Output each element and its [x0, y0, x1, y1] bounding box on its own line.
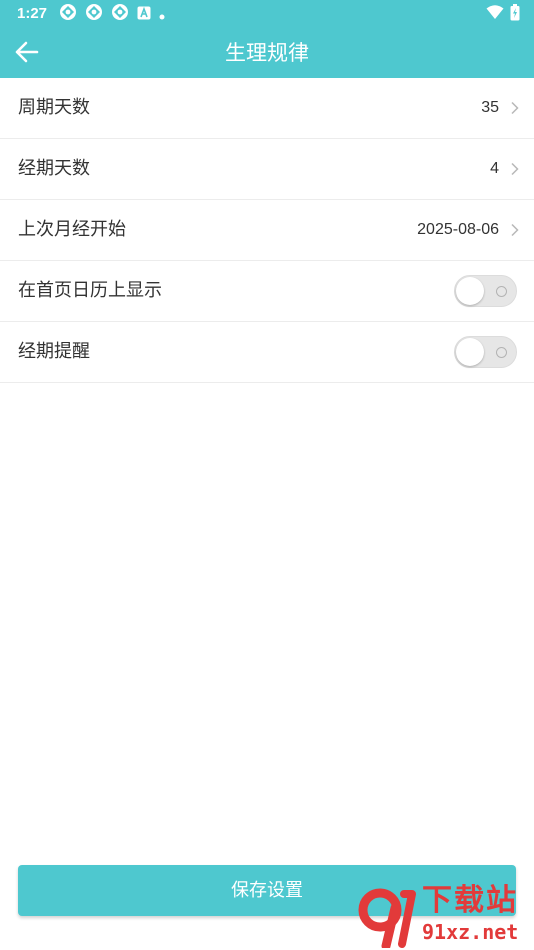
period-days-value: 4 [490, 160, 499, 177]
watermark: 下载站 91xz.net [358, 884, 530, 950]
watermark-title: 下载站 [422, 883, 518, 918]
cycle-days-row[interactable]: 周期天数 35 [0, 78, 534, 139]
nav-bar: 生理规律 [0, 28, 534, 78]
last-period-start-row[interactable]: 上次月经开始 2025-08-06 [0, 200, 534, 261]
status-system-icons [480, 3, 520, 25]
period-reminder-label: 经期提醒 [18, 341, 90, 362]
cycle-days-label: 周期天数 [18, 97, 90, 118]
last-period-start-label: 上次月经开始 [18, 219, 126, 240]
show-on-home-calendar-row: 在首页日历上显示 [0, 261, 534, 322]
wifi-icon [486, 4, 504, 24]
period-reminder-toggle[interactable] [454, 336, 517, 368]
last-period-start-value: 2025-08-06 [417, 221, 499, 238]
status-bar: 1:27 [0, 0, 534, 28]
cycle-days-value: 35 [481, 99, 499, 116]
toggle-off-icon [496, 347, 507, 358]
show-on-home-calendar-label: 在首页日历上显示 [18, 280, 162, 301]
period-days-label: 经期天数 [18, 158, 90, 179]
app-notification-icon [59, 3, 77, 25]
toggle-knob [456, 277, 484, 305]
chevron-right-icon [511, 223, 519, 237]
settings-list: 周期天数 35 经期天数 4 上次月经开始 2025-08-06 在首页日历上显… [0, 78, 534, 383]
app-notification-icon [111, 3, 129, 25]
status-time: 1:27 [17, 5, 48, 22]
watermark-logo-icon [358, 888, 416, 948]
toggle-knob [456, 338, 484, 366]
toggle-off-icon [496, 286, 507, 297]
status-notification-icons [59, 3, 173, 25]
period-reminder-row: 经期提醒 [0, 322, 534, 383]
page-title: 生理规律 [225, 41, 309, 65]
battery-icon [510, 3, 520, 25]
chevron-right-icon [511, 162, 519, 176]
font-app-icon [137, 5, 151, 24]
show-on-home-calendar-toggle[interactable] [454, 275, 517, 307]
dot-icon [159, 5, 165, 24]
period-days-row[interactable]: 经期天数 4 [0, 139, 534, 200]
chevron-right-icon [511, 101, 519, 115]
app-notification-icon [85, 3, 103, 25]
app-header: 1:27 生理规律 [0, 0, 534, 78]
watermark-url: 91xz.net [422, 920, 519, 944]
